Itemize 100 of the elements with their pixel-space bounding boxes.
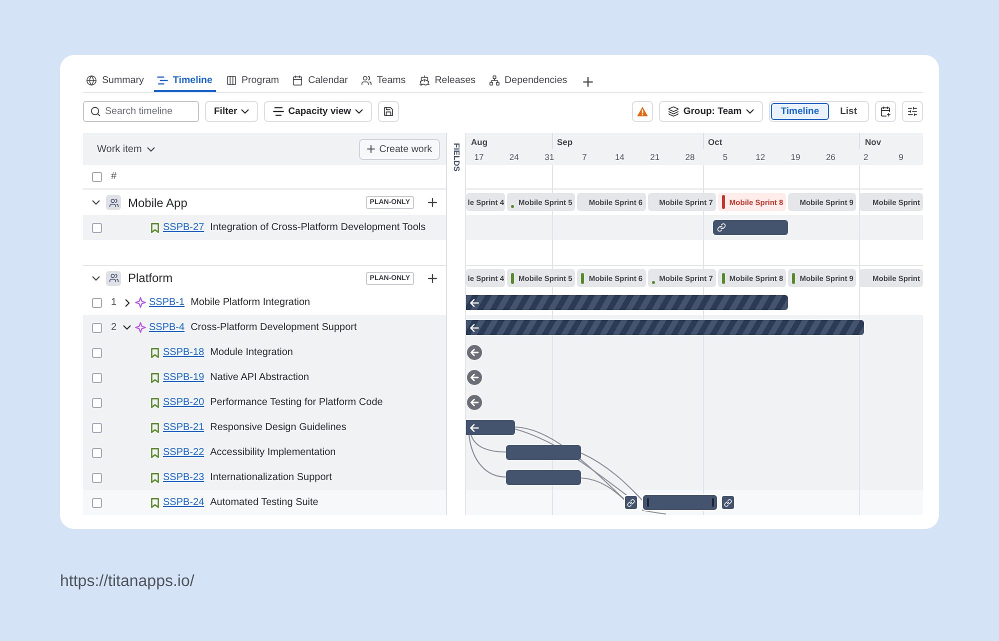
checkbox[interactable] — [92, 348, 102, 358]
chevron-down-icon[interactable] — [92, 200, 100, 205]
link-button[interactable] — [624, 495, 638, 510]
column-menu[interactable]: Work item — [95, 144, 157, 154]
save-icon — [383, 106, 394, 117]
save-button[interactable] — [378, 101, 400, 122]
resize-handle[interactable] — [647, 498, 649, 507]
arrow-circle-icon[interactable] — [467, 370, 482, 385]
work-item-row[interactable]: SSPB-27 Integration of Cross-Platform Development Tools — [83, 215, 446, 240]
day-label: 9 — [898, 152, 904, 162]
tab[interactable]: Teams — [358, 71, 409, 92]
link-icon — [724, 498, 732, 506]
tab[interactable]: Releases — [416, 71, 479, 92]
view-tab[interactable]: List — [830, 103, 867, 120]
calendar-plus-icon — [880, 106, 891, 117]
issue-key-link[interactable]: SSPB-1 — [149, 297, 185, 308]
work-item-row[interactable]: SSPB-23 Internationalization Support — [83, 465, 446, 490]
search-field[interactable]: Search timeline — [83, 101, 199, 122]
checkbox[interactable] — [92, 422, 102, 432]
issue-key-link[interactable]: SSPB-4 — [149, 322, 185, 333]
team-name: Platform — [128, 271, 174, 285]
plus-icon[interactable] — [583, 76, 594, 86]
plus-icon[interactable] — [428, 274, 437, 282]
day-label: 7 — [582, 152, 587, 162]
day-label: 12 — [756, 152, 766, 162]
item-title: Integration of Cross-Platform Development Tools — [210, 222, 426, 233]
team-icon — [106, 270, 121, 286]
item-title: Responsive Design Guidelines — [210, 422, 346, 433]
item-title: Native API Abstraction — [210, 372, 310, 383]
issue-key-link[interactable]: SSPB-18 — [163, 347, 204, 358]
item-title: Cross-Platform Development Support — [190, 322, 357, 333]
work-item-row[interactable]: SSPB-18 Module Integration — [83, 340, 446, 365]
team-name: Mobile App — [128, 196, 188, 210]
issue-key-link[interactable]: SSPB-22 — [163, 447, 204, 458]
day-label: 5 — [722, 152, 728, 162]
chevron-down-icon[interactable] — [92, 276, 100, 280]
checkbox[interactable] — [92, 372, 102, 382]
link-button[interactable] — [721, 495, 735, 510]
resize-handle[interactable] — [712, 498, 714, 507]
ship-icon — [418, 75, 430, 86]
people-icon — [360, 75, 372, 86]
issue-key-link[interactable]: SSPB-23 — [163, 472, 204, 483]
checkbox[interactable] — [92, 448, 102, 458]
issue-key-link[interactable]: SSPB-20 — [163, 397, 204, 408]
issue-key-link[interactable]: SSPB-21 — [163, 422, 204, 433]
checkbox[interactable] — [92, 498, 102, 508]
checkbox[interactable] — [92, 398, 102, 408]
work-item-row[interactable]: SSPB-20 Performance Testing for Platform Code — [83, 390, 446, 415]
calendar-icon — [292, 75, 304, 86]
dependency-line — [642, 509, 666, 515]
fields-toggle[interactable]: FIELDS — [451, 143, 461, 172]
arrow-circle-icon[interactable] — [467, 395, 482, 410]
chevron-down-icon[interactable] — [123, 325, 131, 330]
tab[interactable]: Calendar — [289, 71, 351, 92]
month-label: Aug — [471, 137, 488, 147]
work-item-row[interactable]: 2 SSPB-4 Cross-Platform Development Support — [83, 315, 446, 340]
calendar-button[interactable] — [875, 101, 896, 122]
filter-button[interactable]: Filter — [205, 101, 258, 122]
bookmark-icon — [151, 498, 159, 508]
checkbox[interactable] — [92, 172, 102, 182]
issue-key-link[interactable]: SSPB-24 — [163, 497, 204, 508]
bookmark-icon — [151, 348, 159, 358]
plus-icon[interactable] — [428, 198, 437, 207]
arrow-circle-icon[interactable] — [467, 345, 482, 360]
group-by-button[interactable]: Group: Team — [659, 101, 763, 122]
team-icon — [106, 195, 121, 210]
work-item-row[interactable]: SSPB-21 Responsive Design Guidelines — [83, 415, 446, 440]
settings-button[interactable] — [902, 101, 923, 122]
sliders-icon — [907, 106, 918, 117]
day-label: 2 — [864, 152, 868, 162]
capacity-view-button[interactable]: Capacity view — [264, 101, 372, 122]
left-arrow-icon — [470, 324, 479, 332]
day-label: 19 — [790, 152, 800, 162]
work-item-row[interactable]: SSPB-22 Accessibility Implementation — [83, 440, 446, 465]
bookmark-icon — [151, 372, 159, 382]
tab[interactable]: Summary — [83, 71, 147, 92]
checkbox[interactable] — [92, 472, 102, 482]
view-tab[interactable]: Timeline — [770, 103, 830, 120]
item-title: Accessibility Implementation — [210, 447, 336, 458]
work-item-row[interactable]: SSPB-24 Automated Testing Suite — [83, 490, 446, 515]
tab[interactable]: Dependencies — [486, 71, 570, 92]
checkbox[interactable] — [92, 322, 102, 332]
link-icon — [717, 223, 726, 232]
issue-key-link[interactable]: SSPB-19 — [163, 372, 204, 383]
warning-icon — [637, 106, 648, 117]
tab[interactable]: Program — [222, 71, 282, 92]
chevron-right-icon[interactable] — [125, 298, 130, 306]
checkbox[interactable] — [92, 222, 102, 232]
checkbox[interactable] — [92, 298, 102, 308]
columns-icon — [226, 75, 236, 86]
create-work-button[interactable]: Create work — [359, 138, 440, 160]
warning-button[interactable] — [632, 101, 654, 122]
timeline-bar[interactable] — [713, 220, 788, 235]
bookmark-icon — [151, 222, 159, 232]
tab[interactable]: Timeline — [154, 71, 216, 92]
day-label: 28 — [685, 152, 695, 162]
bookmark-icon — [151, 448, 159, 458]
issue-key-link[interactable]: SSPB-27 — [163, 222, 204, 233]
timeline-bar[interactable] — [466, 420, 515, 435]
work-item-row[interactable]: SSPB-19 Native API Abstraction — [83, 365, 446, 390]
